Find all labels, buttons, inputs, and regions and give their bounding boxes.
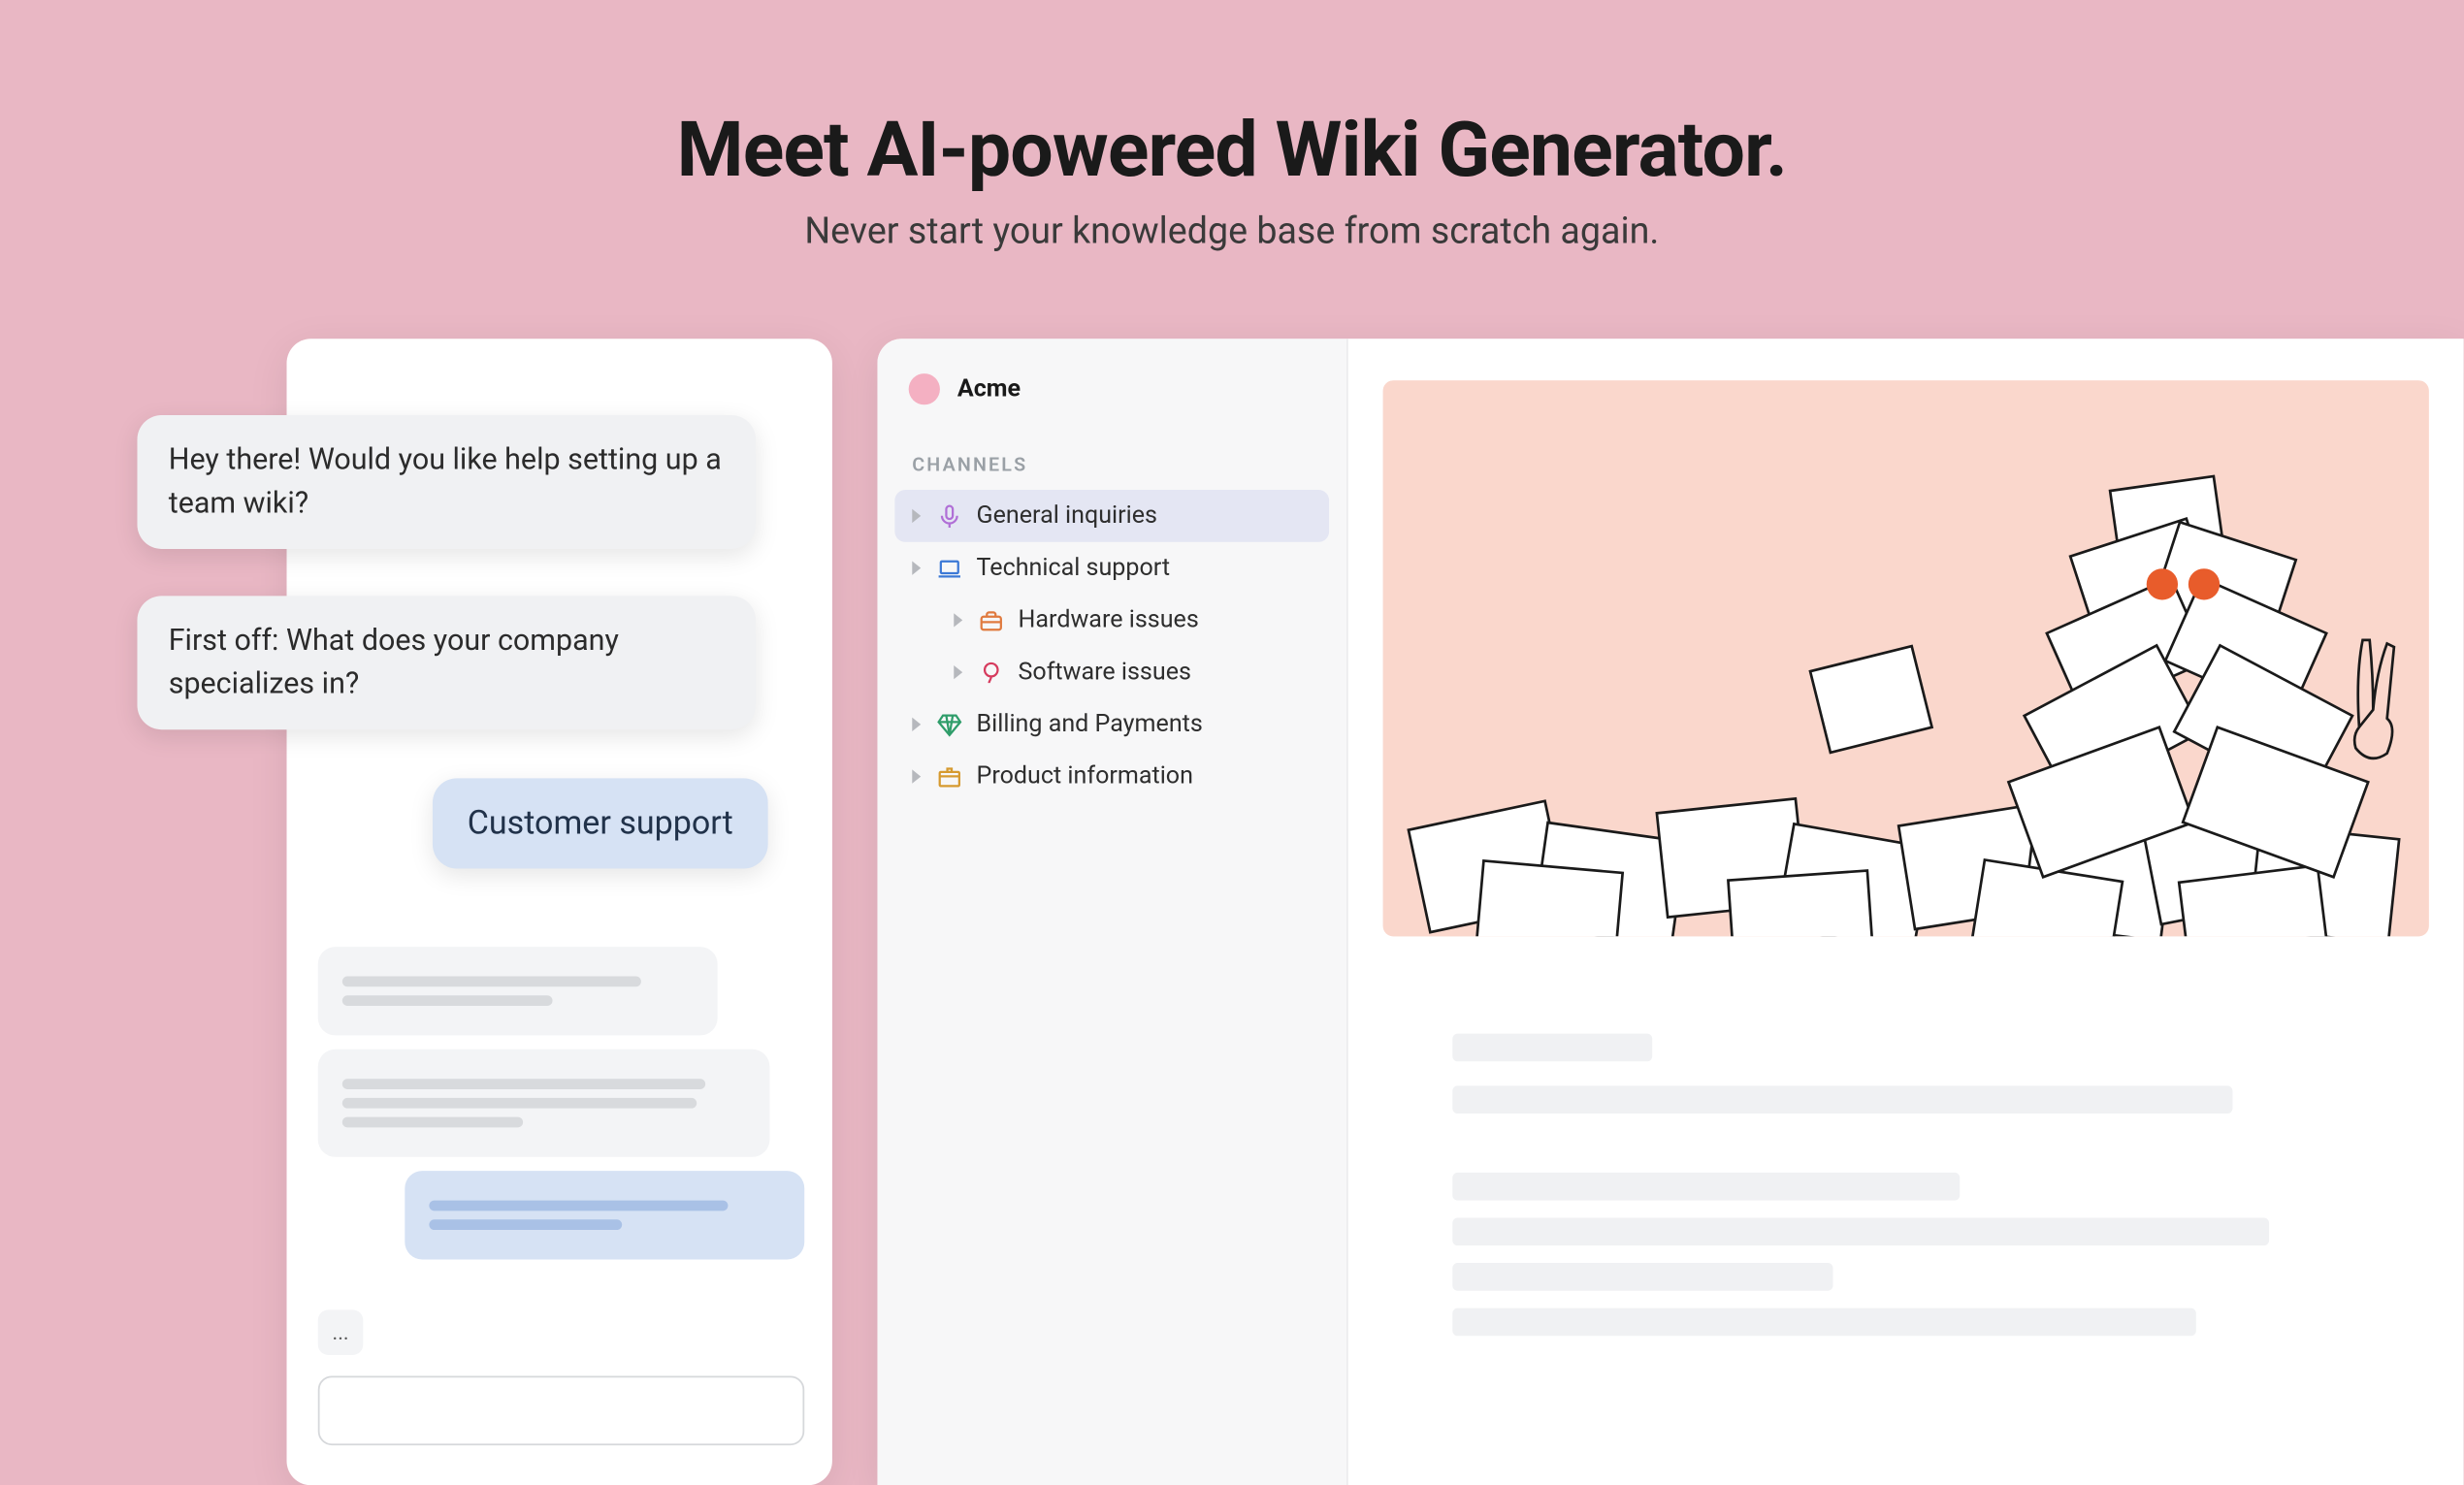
toolbox-icon bbox=[977, 606, 1005, 634]
sidebar-item-hardware-issues[interactable]: Hardware issues bbox=[894, 595, 1329, 647]
chevron-right-icon bbox=[954, 613, 962, 627]
balloon-icon bbox=[977, 659, 1005, 687]
sidebar-item-label: Hardware issues bbox=[1019, 606, 1199, 634]
sidebar: Acme CHANNELS General inquiries Technica… bbox=[877, 339, 1347, 1485]
hero-header: Meet AI-powered Wiki Generator. Never st… bbox=[0, 0, 2464, 253]
chevron-right-icon bbox=[912, 509, 921, 523]
workspace-name: Acme bbox=[957, 375, 1021, 404]
chat-input[interactable] bbox=[318, 1375, 804, 1445]
chevron-right-icon bbox=[912, 769, 921, 783]
sidebar-item-label: Software issues bbox=[1019, 659, 1191, 687]
chat-skeleton bbox=[318, 947, 804, 1274]
sidebar-item-technical-support[interactable]: Technical support bbox=[894, 542, 1329, 595]
user-reply: Customer support bbox=[433, 778, 768, 867]
typing-indicator: ... bbox=[318, 1309, 364, 1355]
wiki-app: Acme CHANNELS General inquiries Technica… bbox=[877, 339, 2463, 1485]
assistant-message: Hey there! Would you like help setting u… bbox=[137, 415, 756, 549]
chevron-right-icon bbox=[912, 561, 921, 574]
chevron-right-icon bbox=[912, 718, 921, 731]
sidebar-item-label: Product information bbox=[977, 762, 1193, 791]
laptop-icon bbox=[935, 554, 963, 582]
hero-subtitle: Never start your knowledge base from scr… bbox=[0, 212, 2464, 254]
sidebar-item-label: General inquiries bbox=[977, 502, 1157, 531]
chevron-right-icon bbox=[954, 665, 962, 679]
workspace-avatar bbox=[909, 373, 940, 404]
sidebar-item-general-inquiries[interactable]: General inquiries bbox=[894, 490, 1329, 542]
package-icon bbox=[935, 762, 963, 791]
assistant-message: First off: What does your company specia… bbox=[137, 596, 756, 729]
page-cover-illustration bbox=[1383, 380, 2429, 936]
document-skeleton bbox=[1383, 1034, 2429, 1337]
microphone-icon bbox=[935, 502, 963, 531]
sidebar-item-label: Technical support bbox=[977, 554, 1171, 582]
sidebar-item-label: Billing and Payments bbox=[977, 711, 1203, 739]
sidebar-item-software-issues[interactable]: Software issues bbox=[894, 646, 1329, 698]
sidebar-item-product-information[interactable]: Product information bbox=[894, 751, 1329, 803]
page-content bbox=[1348, 339, 2464, 1485]
section-label-channels: CHANNELS bbox=[894, 429, 1329, 490]
diamond-icon bbox=[935, 711, 963, 739]
workspace-switcher[interactable]: Acme bbox=[894, 370, 1329, 429]
sidebar-item-billing-and-payments[interactable]: Billing and Payments bbox=[894, 698, 1329, 751]
hero-title: Meet AI-powered Wiki Generator. bbox=[0, 104, 2464, 194]
